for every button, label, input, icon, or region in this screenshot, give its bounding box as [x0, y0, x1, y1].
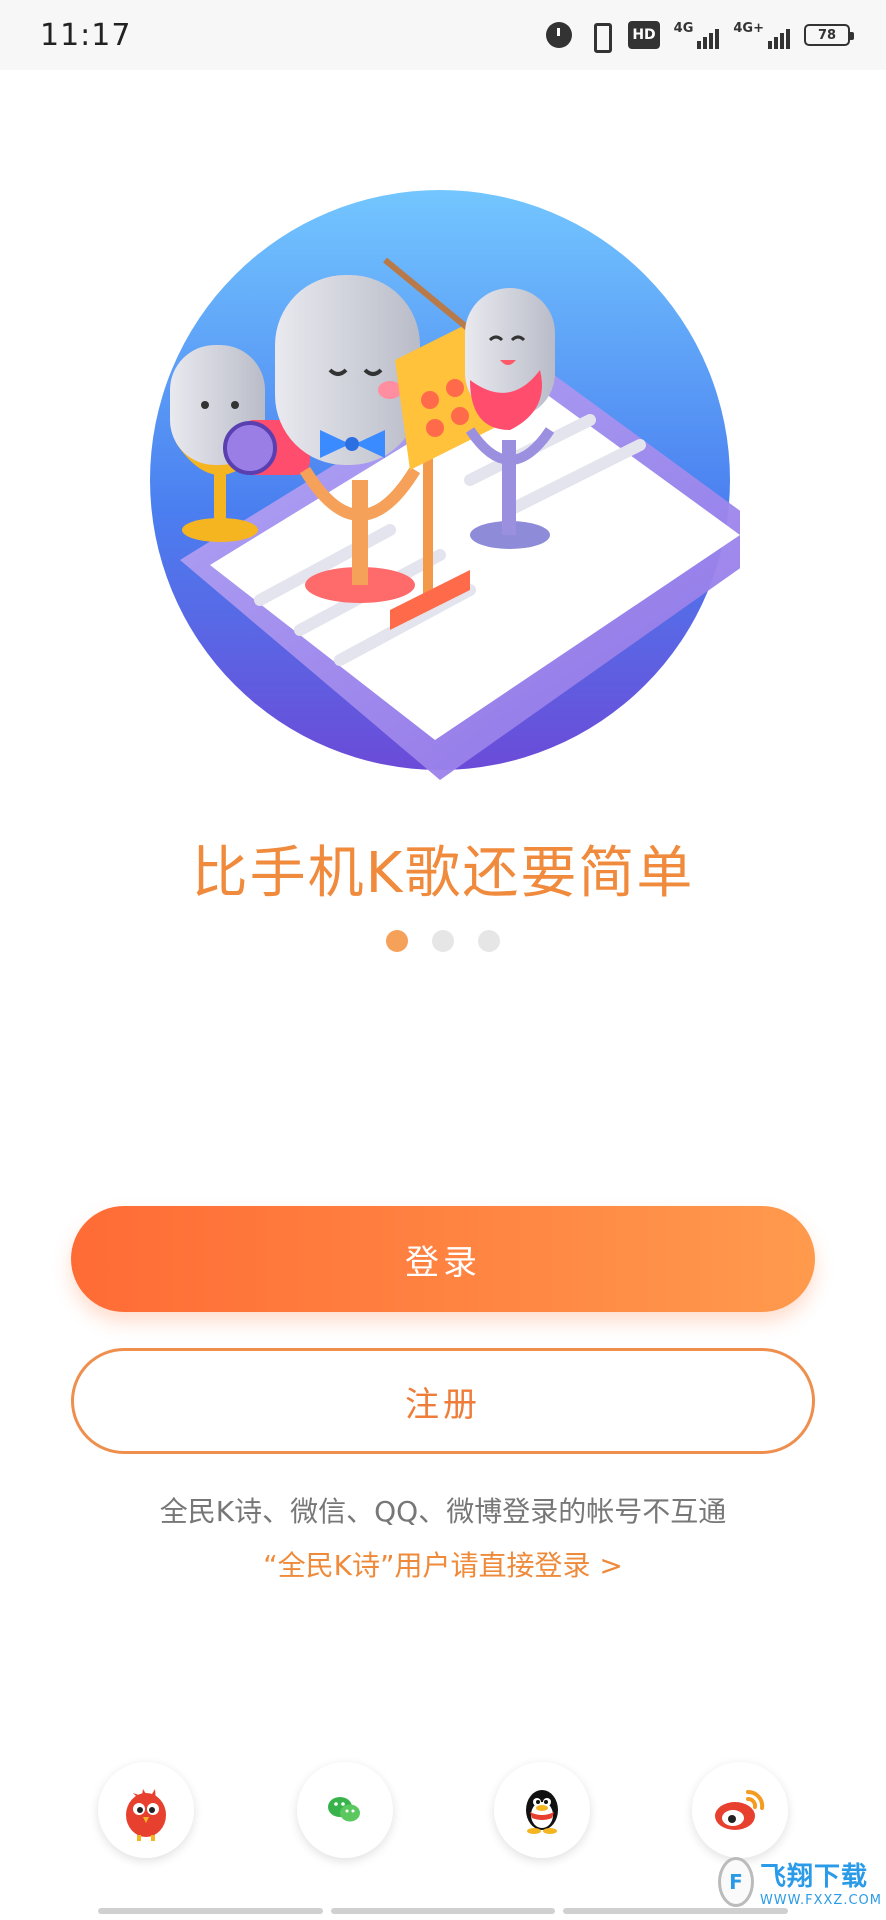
battery-icon: 78	[804, 24, 854, 46]
wechat-icon	[319, 1784, 371, 1836]
weibo-icon	[715, 1789, 765, 1830]
status-time: 11:17	[40, 17, 132, 53]
signal-1-icon: 4G	[674, 21, 720, 49]
qq-login-button[interactable]	[494, 1762, 590, 1858]
login-button[interactable]: 登录	[71, 1206, 815, 1312]
network-type-2: 4G+	[733, 21, 764, 36]
hd-voice-icon: HD	[628, 21, 660, 49]
slogan-title: 比手机K歌还要简单	[191, 841, 695, 906]
network-type-1: 4G	[673, 21, 694, 36]
alarm-icon	[546, 22, 573, 48]
bird-mascot-login-button[interactable]	[98, 1762, 194, 1858]
carousel-indicator	[0, 930, 886, 952]
bird-mascot-icon	[126, 1789, 166, 1841]
status-bar: 11:17 HD 4G 4G+ 78	[0, 0, 886, 70]
watermark-text: 飞翔下载	[759, 1862, 868, 1892]
watermark-logo: F 飞翔下载 WWW.FXXZ.COM	[718, 1850, 882, 1914]
wechat-login-button[interactable]	[297, 1762, 393, 1858]
carousel-dot-2[interactable]	[432, 930, 454, 952]
direct-login-link[interactable]: “全民K诗”用户请直接登录 >	[0, 1544, 886, 1584]
status-icons: HD 4G 4G+ 78	[546, 21, 854, 53]
watermark-url: WWW.FXXZ.COM	[759, 1893, 882, 1908]
carousel-dot-3[interactable]	[478, 930, 500, 952]
carousel-dot-1[interactable]	[386, 930, 408, 952]
register-button[interactable]: 注册	[71, 1348, 815, 1454]
signal-2-icon: 4G+	[733, 21, 790, 49]
karaoke-microphones-illustration	[150, 190, 740, 780]
weibo-login-button[interactable]	[692, 1762, 788, 1858]
vibrate-icon	[586, 21, 614, 53]
watermark-globe-icon: F	[718, 1857, 754, 1907]
account-notice: 全民K诗、微信、QQ、微博登录的帐号不互通	[159, 1495, 727, 1528]
home-indicator	[98, 1908, 789, 1914]
qq-penguin-icon	[526, 1790, 558, 1834]
